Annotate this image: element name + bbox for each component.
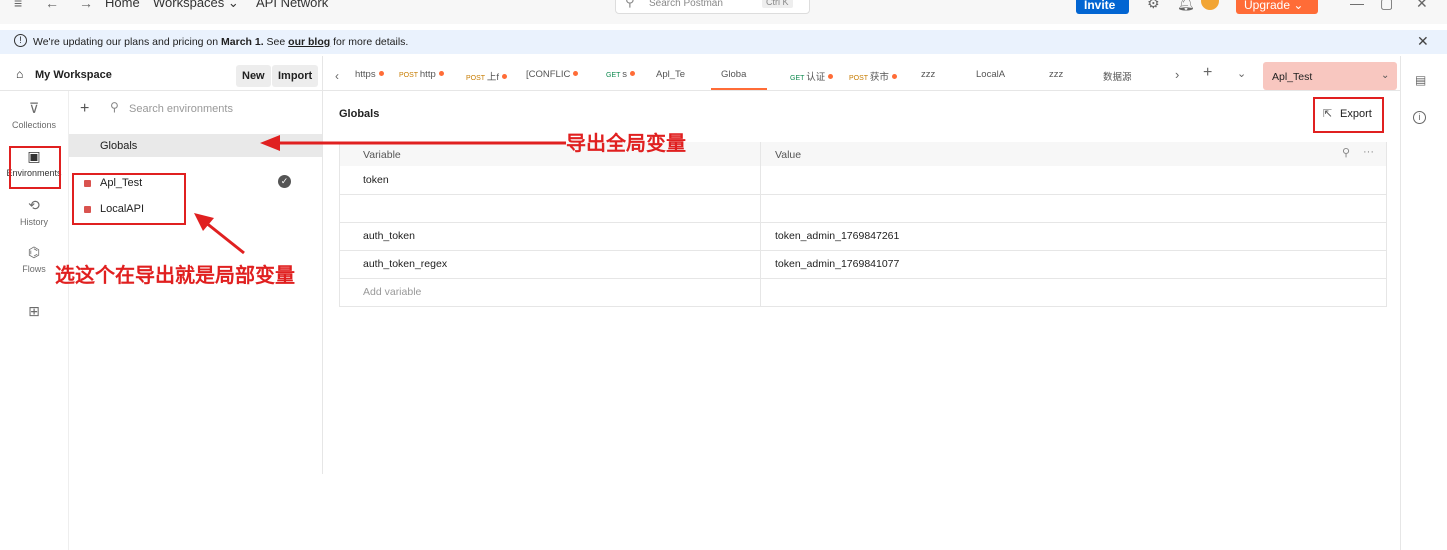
annotation-export-globals: 导出全局变量 (566, 131, 686, 155)
arrow-to-environments (204, 220, 245, 255)
annotation-select-local: 选这个在导出就是局部变量 (55, 263, 295, 287)
arrowhead (260, 135, 280, 151)
postman-window: ≡ ← → Home Workspaces ⌄ API Network ⚲ Se… (0, 0, 1447, 550)
